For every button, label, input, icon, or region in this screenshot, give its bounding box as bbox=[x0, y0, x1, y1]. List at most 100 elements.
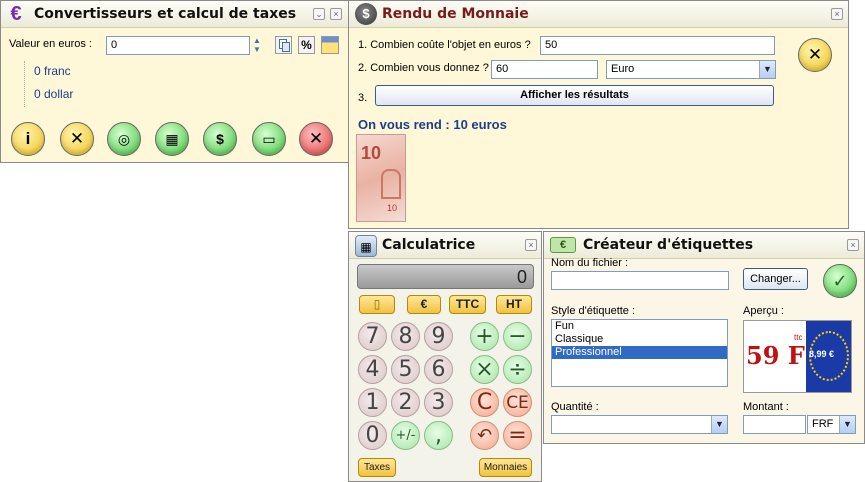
currency-select[interactable]: Euro ▼ bbox=[606, 60, 776, 79]
close-icon[interactable]: × bbox=[525, 239, 537, 251]
price-input[interactable]: 50 bbox=[540, 36, 775, 55]
converter-window: € Convertisseurs et calcul de taxes ⌄ × … bbox=[0, 0, 349, 163]
key-0[interactable]: 0 bbox=[358, 421, 387, 450]
price-tag-icon: € bbox=[550, 237, 576, 253]
filename-label: Nom du fichier : bbox=[551, 257, 629, 269]
key-9[interactable]: 9 bbox=[424, 322, 453, 351]
value-spinner[interactable]: ▲ ▼ bbox=[251, 36, 263, 55]
show-results-button[interactable]: Afficher les résultats bbox=[375, 85, 774, 106]
key-minus[interactable]: − bbox=[503, 322, 532, 351]
key-comma[interactable]: , bbox=[424, 421, 453, 450]
key-5[interactable]: 5 bbox=[391, 355, 420, 384]
taxes-button[interactable]: Taxes bbox=[358, 458, 396, 477]
copy-icon[interactable] bbox=[275, 36, 292, 54]
quantity-label: Quantité : bbox=[551, 401, 599, 413]
key-3[interactable]: 3 bbox=[424, 388, 453, 417]
key-plus[interactable]: + bbox=[470, 322, 499, 351]
ttc-pill[interactable]: TTC bbox=[449, 295, 486, 314]
dollar-value: 0 dollar bbox=[34, 87, 74, 101]
preview-label: Aperçu : bbox=[743, 305, 784, 317]
minimize-icon[interactable]: ⌄ bbox=[313, 8, 325, 20]
settings-button[interactable]: ✕ bbox=[60, 122, 94, 156]
change-file-button[interactable]: Changer... bbox=[743, 268, 808, 290]
confirm-button[interactable]: ✓ bbox=[823, 264, 857, 298]
key-clear-entry[interactable]: CE bbox=[503, 388, 532, 417]
euro-pill[interactable]: € bbox=[407, 295, 441, 314]
close-icon: ✕ bbox=[308, 129, 324, 148]
converter-titlebar[interactable]: € Convertisseurs et calcul de taxes ⌄ × bbox=[1, 1, 348, 28]
close-icon[interactable]: × bbox=[831, 8, 843, 20]
step3-label: 3. bbox=[358, 92, 368, 104]
label-creator-titlebar[interactable]: € Créateur d'étiquettes × bbox=[544, 232, 864, 259]
key-2[interactable]: 2 bbox=[391, 388, 420, 417]
change-titlebar[interactable]: $ Rendu de Monnaie × bbox=[349, 1, 848, 28]
calculator-icon: ▦ bbox=[165, 131, 179, 147]
price-tag-preview: 59 F ttc 8,99 € bbox=[743, 320, 852, 393]
money-bag-button[interactable]: $ bbox=[203, 122, 237, 156]
chevron-down-icon[interactable]: ▼ bbox=[711, 416, 727, 433]
tools-icon: ✕ bbox=[69, 129, 85, 148]
calculator-window: ▦ Calculatrice × 0 ▯ € TTC HT 7 8 9 + − … bbox=[348, 231, 542, 482]
key-4[interactable]: 4 bbox=[358, 355, 387, 384]
style-option[interactable]: Classique bbox=[552, 333, 727, 346]
banknote-image: 10 10 bbox=[356, 134, 406, 222]
monnaies-button[interactable]: Monnaies bbox=[479, 458, 532, 477]
quantity-select[interactable]: ▼ bbox=[551, 415, 728, 434]
calendar-icon[interactable] bbox=[321, 36, 339, 54]
amount-currency-select[interactable]: FRF ▼ bbox=[807, 415, 856, 434]
ht-pill[interactable]: HT bbox=[496, 295, 532, 314]
chevron-down-icon[interactable]: ▼ bbox=[759, 61, 775, 78]
preview-price: 59 F bbox=[746, 341, 805, 370]
key-divide[interactable]: ÷ bbox=[503, 355, 532, 384]
euro-app-icon: € bbox=[10, 3, 22, 25]
key-clear[interactable]: C bbox=[470, 388, 499, 417]
key-undo[interactable]: ↶ bbox=[470, 421, 499, 450]
change-title: Rendu de Monnaie bbox=[382, 6, 529, 22]
calculator-title: Calculatrice bbox=[382, 237, 476, 253]
style-option[interactable]: Fun bbox=[552, 320, 727, 333]
key-6[interactable]: 6 bbox=[424, 355, 453, 384]
result-bracket bbox=[24, 61, 25, 107]
calculator-display: 0 bbox=[357, 264, 534, 289]
info-button[interactable]: i bbox=[11, 122, 45, 156]
change-settings-button[interactable]: ✕ bbox=[798, 38, 832, 72]
price-tag-icon: ▭ bbox=[262, 131, 276, 147]
key-7[interactable]: 7 bbox=[358, 322, 387, 351]
spin-down-icon[interactable]: ▼ bbox=[251, 45, 263, 54]
key-sign[interactable]: +/- bbox=[391, 421, 420, 450]
change-window: $ Rendu de Monnaie × 1. Combien coûte l'… bbox=[348, 0, 849, 229]
given-input[interactable]: 60 bbox=[491, 60, 598, 79]
percent-button[interactable]: % bbox=[298, 36, 315, 54]
medal-icon: ◎ bbox=[117, 131, 131, 147]
quit-button[interactable]: ✕ bbox=[299, 122, 333, 156]
style-option-selected[interactable]: Professionnel bbox=[552, 346, 727, 359]
close-icon[interactable]: × bbox=[847, 239, 859, 251]
label-creator-window: € Créateur d'étiquettes × Nom du fichier… bbox=[543, 231, 865, 444]
calculator-app-icon: ▦ bbox=[355, 235, 377, 257]
value-euros-input[interactable]: 0 bbox=[106, 36, 250, 55]
clipboard-pill[interactable]: ▯ bbox=[359, 295, 395, 314]
amount-label: Montant : bbox=[743, 401, 789, 413]
converter-title: Convertisseurs et calcul de taxes bbox=[34, 6, 297, 22]
filename-input[interactable] bbox=[551, 271, 729, 290]
key-8[interactable]: 8 bbox=[391, 322, 420, 351]
chevron-down-icon[interactable]: ▼ bbox=[839, 416, 855, 433]
clip-icon: ▯ bbox=[373, 297, 381, 311]
style-listbox[interactable]: Fun Classique Professionnel bbox=[551, 319, 728, 387]
display-value: 0 bbox=[516, 267, 527, 287]
key-equals[interactable]: = bbox=[503, 421, 532, 450]
label-button[interactable]: ▭ bbox=[252, 122, 286, 156]
key-1[interactable]: 1 bbox=[358, 388, 387, 417]
money-bag-icon: $ bbox=[216, 131, 224, 147]
calculator-titlebar[interactable]: ▦ Calculatrice × bbox=[349, 232, 541, 259]
medal-button[interactable]: ◎ bbox=[107, 122, 141, 156]
preview-ttc: ttc bbox=[794, 333, 803, 342]
key-times[interactable]: × bbox=[470, 355, 499, 384]
preview-euro-price: 8,99 € bbox=[809, 349, 835, 359]
close-icon[interactable]: × bbox=[330, 8, 342, 20]
calculator-button[interactable]: ▦ bbox=[155, 122, 189, 156]
amount-input[interactable] bbox=[743, 415, 806, 434]
spin-up-icon[interactable]: ▲ bbox=[251, 36, 263, 45]
label-creator-title: Créateur d'étiquettes bbox=[583, 237, 754, 253]
question-given-label: 2. Combien vous donnez ? bbox=[358, 62, 489, 74]
